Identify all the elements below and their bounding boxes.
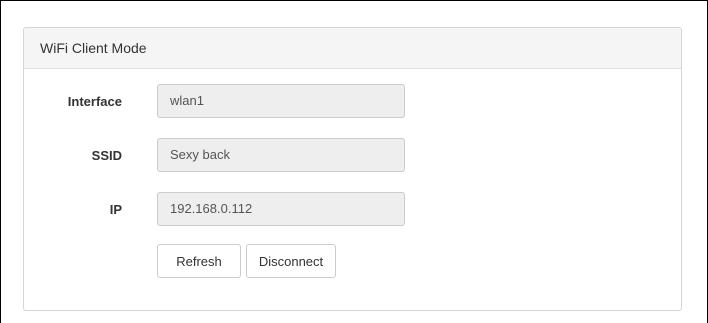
disconnect-button[interactable]: Disconnect <box>246 244 336 278</box>
interface-field: wlan1 <box>157 84 405 118</box>
interface-row: Interface wlan1 <box>24 84 681 120</box>
interface-label: Interface <box>67 94 122 109</box>
ip-field: 192.168.0.112 <box>157 192 405 226</box>
panel-title: WiFi Client Mode <box>24 28 681 69</box>
ip-row: IP 192.168.0.112 <box>24 192 681 228</box>
refresh-button[interactable]: Refresh <box>157 244 241 278</box>
ssid-label: SSID <box>91 148 122 163</box>
ssid-field: Sexy back <box>157 138 405 172</box>
ssid-row: SSID Sexy back <box>24 138 681 174</box>
ip-label: IP <box>109 202 122 217</box>
action-row: Refresh Disconnect <box>24 244 681 280</box>
wifi-client-panel: WiFi Client Mode Interface wlan1 SSID Se… <box>23 27 682 311</box>
